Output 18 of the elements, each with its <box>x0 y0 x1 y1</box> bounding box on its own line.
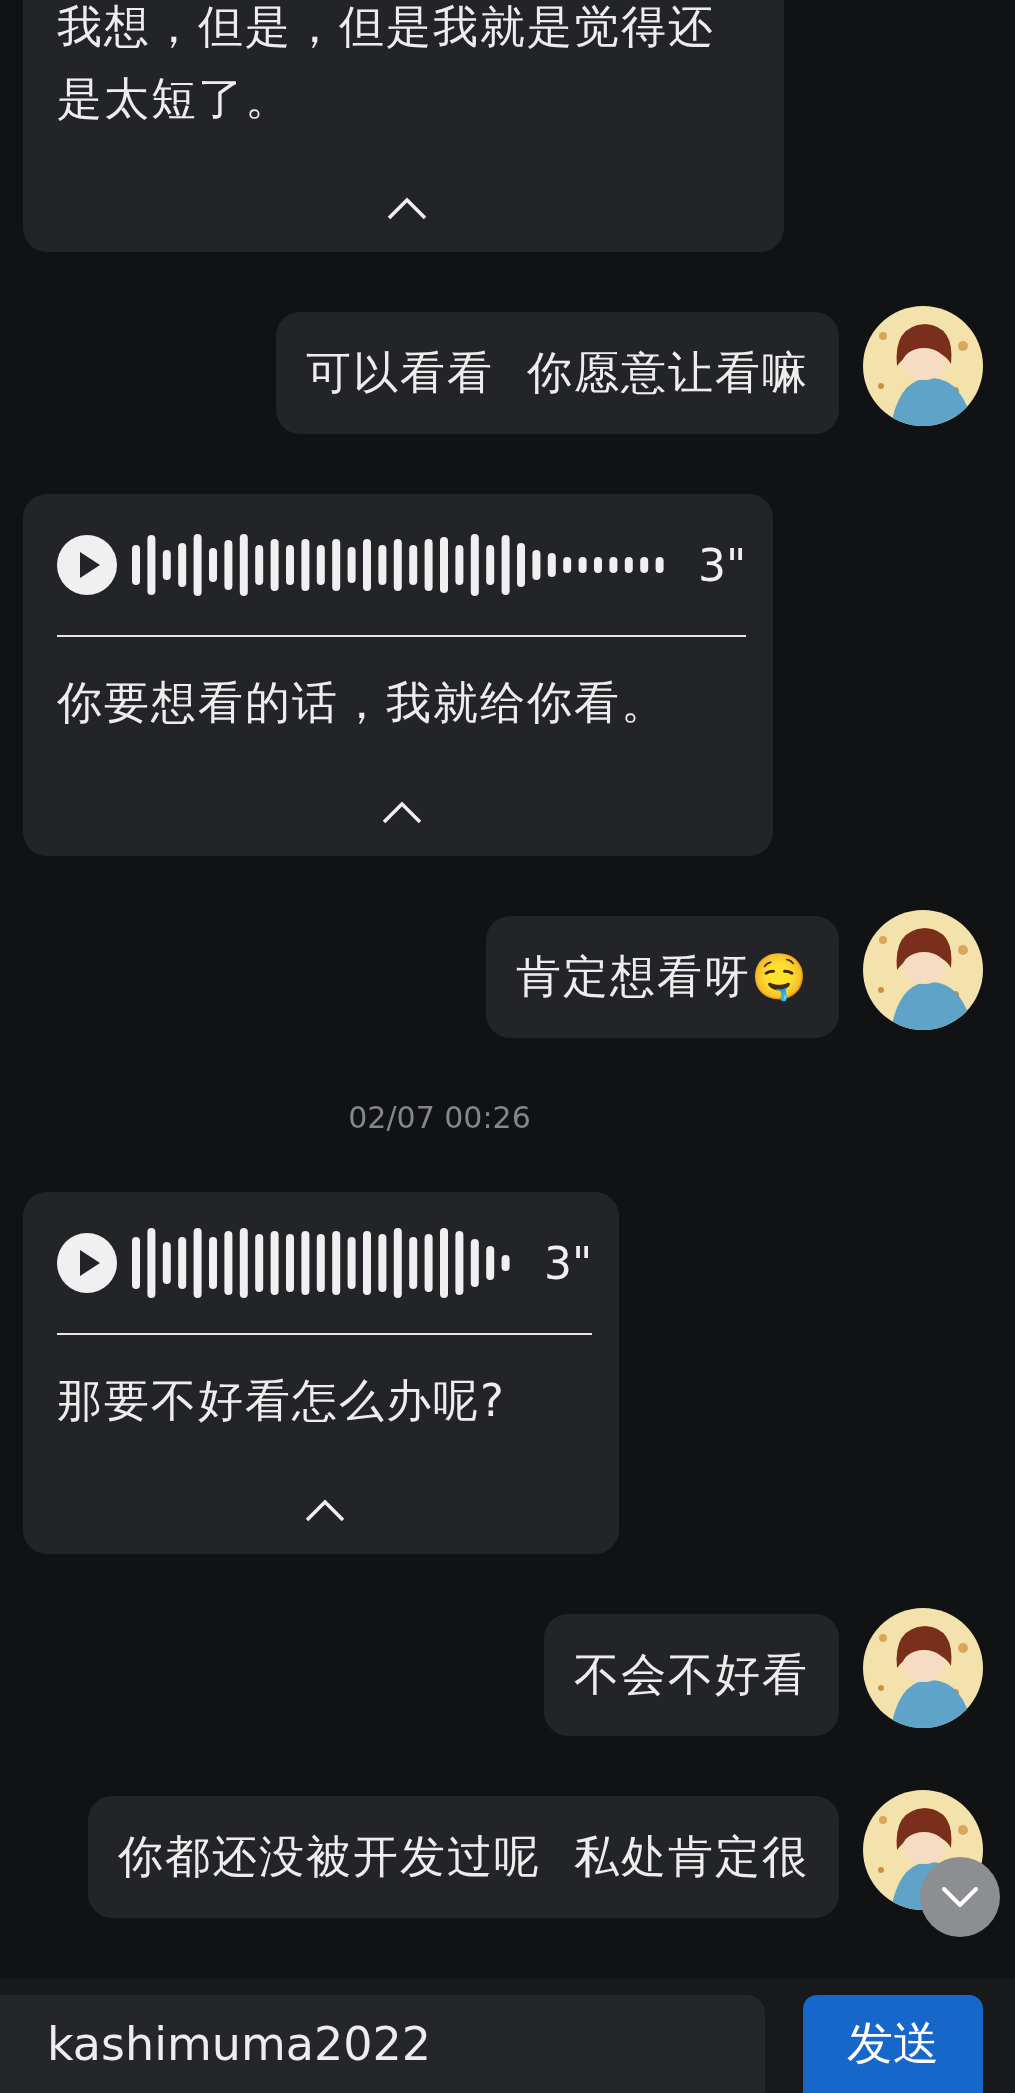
voice-duration: 3" <box>698 539 747 591</box>
message-text: 可以看看 你愿意让看嘛 <box>306 345 809 401</box>
message-text: 肯定想看呀🤤 <box>516 949 809 1005</box>
send-button[interactable]: 发送 <box>803 1995 983 2093</box>
collapse-chevron-icon[interactable] <box>303 1499 346 1523</box>
message-text: 你都还没被开发过呢 私处肯定很 <box>118 1829 809 1885</box>
play-button[interactable] <box>57 535 117 595</box>
play-button[interactable] <box>57 1233 117 1293</box>
collapse-chevron-icon[interactable] <box>386 197 428 221</box>
chevron-down-icon <box>940 1885 980 1909</box>
voice-duration: 3" <box>544 1237 593 1289</box>
message-input-field[interactable]: kashimuma2022 <box>0 1995 765 2093</box>
timestamp: 02/07 00:26 <box>347 1099 532 1137</box>
transcript-text: 你要想看的话，我就给你看。 <box>57 675 669 731</box>
message-text: 不会不好看 <box>574 1647 809 1703</box>
collapse-chevron-icon[interactable] <box>380 801 423 825</box>
transcript-text: 那要不好看怎么办呢? <box>57 1373 507 1429</box>
transcript-text: 我想，但是，但是我就是觉得还是太短了。 <box>57 0 716 127</box>
